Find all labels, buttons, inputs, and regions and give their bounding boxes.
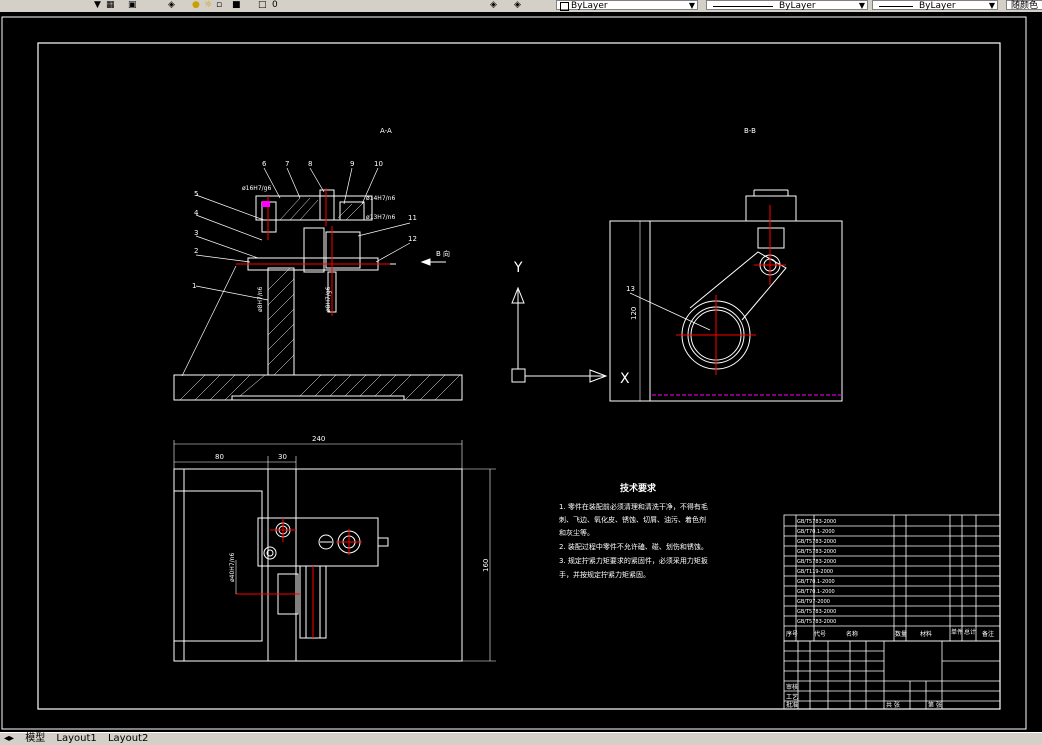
dropdown-arrow-icon[interactable]: ▼ bbox=[94, 0, 101, 11]
callout-5: 5 bbox=[194, 190, 198, 198]
tech-line: 手，并按规定拧紧力矩紧固。 bbox=[559, 570, 650, 579]
tech-line: 2. 装配过程中零件不允许磕、碰、划伤和锈蚀。 bbox=[559, 542, 708, 551]
color-combo[interactable]: ByLayer ▼ bbox=[556, 0, 698, 11]
bom-row: GB/T5783-2000 bbox=[797, 549, 836, 555]
ucs-y-label: Y bbox=[513, 260, 523, 276]
view-direction-label: B 向 bbox=[436, 249, 450, 258]
callout-3: 3 bbox=[194, 229, 198, 237]
tech-line: 1. 零件在装配前必须清理和清洗干净，不得有毛 bbox=[559, 502, 708, 511]
bom-row: GB/T70.1-2000 bbox=[797, 529, 835, 535]
layer-color-icon: □ bbox=[258, 0, 267, 10]
bom-row: GB/T5783-2000 bbox=[797, 559, 836, 565]
fit-note-3: ø13H7/n6 bbox=[366, 214, 395, 221]
dim-left-2: 30 bbox=[278, 453, 287, 461]
fit-note-1: ø16H7/g6 bbox=[242, 185, 271, 192]
callout-11: 11 bbox=[408, 214, 417, 222]
layers-icon[interactable]: ◈ bbox=[168, 0, 182, 11]
tech-line: 3. 规定拧紧力矩要求的紧固件，必须采用力矩扳 bbox=[559, 556, 708, 565]
bom-row: GB/T5783-2000 bbox=[797, 539, 836, 545]
bom-row: GB/T5783-2000 bbox=[797, 519, 836, 525]
fit-note-5: ø8H7/g6 bbox=[325, 286, 332, 312]
tab-layout2[interactable]: Layout2 bbox=[104, 733, 152, 745]
drawing-canvas[interactable]: A-A 1 2 3 4 5 6 7 8 9 10 11 12 B 向 ø16H7… bbox=[0, 12, 1042, 732]
plotstyle-combo[interactable]: 随颜色 bbox=[1006, 0, 1042, 11]
dim-height: 160 bbox=[482, 559, 490, 572]
title-label: 共 张 bbox=[886, 701, 900, 709]
bom-header-cell: 单件 bbox=[951, 628, 963, 636]
bom-row: GB/T119-2000 bbox=[797, 569, 833, 575]
sun-icon[interactable]: ☼ bbox=[204, 0, 214, 11]
bom-header-cell: 名称 bbox=[846, 630, 858, 638]
callout-1: 1 bbox=[192, 282, 196, 290]
bom-row: GB/T5783-2000 bbox=[797, 609, 836, 615]
callout-13: 13 bbox=[626, 285, 635, 293]
dim-overall-width: 240 bbox=[312, 435, 325, 443]
section-aa-label: A-A bbox=[380, 127, 392, 135]
callout-6: 6 bbox=[262, 160, 267, 168]
dim-left-1: 80 bbox=[215, 453, 224, 461]
bom-header-cell: 数量 bbox=[895, 630, 907, 638]
bom-header-cell: 序号 bbox=[786, 630, 798, 638]
callout-8: 8 bbox=[308, 160, 312, 168]
model-space-background bbox=[0, 12, 1042, 732]
toolbar-grip bbox=[0, 0, 10, 11]
layout-tabs: ◂▸ 模型 Layout1 Layout2 bbox=[0, 732, 1042, 745]
callout-12: 12 bbox=[408, 235, 417, 243]
tech-line: 刺、飞边、氧化皮、锈蚀、切屑、油污、着色剂 bbox=[559, 515, 706, 524]
bom-header-cell: 材料 bbox=[920, 630, 932, 638]
linetype-combo[interactable]: ByLayer ▼ bbox=[706, 0, 868, 11]
title-label: 第 张 bbox=[928, 701, 942, 709]
section-bb-label: B-B bbox=[744, 127, 756, 135]
layer-state-icon[interactable]: ◈ bbox=[514, 0, 528, 11]
title-label: 工艺 bbox=[786, 693, 798, 701]
bom-row: GB/T5783-2000 bbox=[797, 619, 836, 625]
tab-model[interactable]: 模型 bbox=[21, 733, 49, 745]
layer-previous-icon[interactable]: ◈ bbox=[490, 0, 504, 11]
bom-header-cell: 总计 bbox=[964, 628, 976, 636]
lock-icon[interactable]: ▫ bbox=[216, 0, 226, 11]
fit-note-4: ø8H7/n6 bbox=[257, 286, 264, 312]
bom-row: GB/T70.1-2000 bbox=[797, 579, 835, 585]
chevron-down-icon: ▼ bbox=[988, 1, 995, 10]
tech-line: 和灰尘等。 bbox=[559, 528, 594, 537]
linetype-preview-icon bbox=[713, 6, 773, 7]
bom-row: GB/T97-2000 bbox=[797, 599, 830, 605]
make-current-icon[interactable]: ▣ bbox=[128, 0, 140, 11]
bb-height-dimension: 120 bbox=[630, 307, 638, 320]
callout-9: 9 bbox=[350, 160, 354, 168]
chevron-down-icon: ▼ bbox=[858, 1, 865, 10]
chevron-down-icon: ▼ bbox=[688, 1, 695, 10]
magenta-marker bbox=[262, 201, 270, 207]
ucs-x-label: X bbox=[620, 371, 630, 387]
title-label: 批准 bbox=[786, 701, 798, 709]
bom-row: GB/T70.1-2000 bbox=[797, 589, 835, 595]
fit-note-6: ø40H7/n6 bbox=[229, 553, 236, 582]
callout-7: 7 bbox=[285, 160, 289, 168]
callout-10: 10 bbox=[374, 160, 383, 168]
tab-layout1[interactable]: Layout1 bbox=[52, 733, 100, 745]
bom-rows: GB/T5783-2000 GB/T70.1-2000 GB/T5783-200… bbox=[797, 519, 836, 625]
bom-header-cell: 代号 bbox=[814, 630, 826, 638]
layer-manager-icon[interactable]: ▦ bbox=[106, 0, 118, 11]
color-square-icon[interactable]: ■ bbox=[232, 0, 242, 11]
callout-4: 4 bbox=[194, 209, 199, 217]
fit-note-2: ø14H7/n6 bbox=[366, 195, 395, 202]
title-label: 审核 bbox=[786, 683, 798, 691]
tab-nav-icon[interactable]: ◂▸ bbox=[0, 733, 18, 745]
color-swatch-icon bbox=[560, 2, 569, 11]
lineweight-preview-icon bbox=[879, 6, 913, 7]
tech-title: 技术要求 bbox=[620, 482, 657, 494]
lineweight-combo[interactable]: ByLayer ▼ bbox=[872, 0, 998, 11]
bom-header-cell: 备注 bbox=[982, 630, 994, 638]
callout-2: 2 bbox=[194, 247, 198, 255]
layer-value: 0 bbox=[272, 0, 278, 10]
bulb-icon[interactable]: ● bbox=[192, 0, 202, 11]
